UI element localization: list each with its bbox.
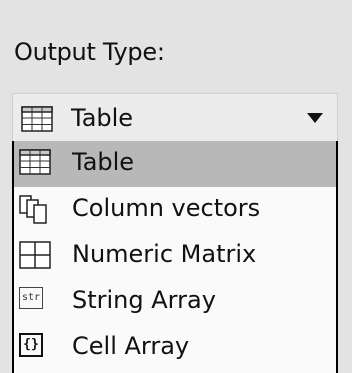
option-label: String Array	[72, 286, 216, 314]
option-label: Numeric Matrix	[72, 240, 257, 268]
option-numeric-matrix[interactable]: Numeric Matrix	[14, 233, 336, 279]
output-type-label: Output Type:	[14, 38, 165, 66]
option-label: Column vectors	[72, 194, 261, 222]
option-cell-array[interactable]: {} Cell Array	[14, 325, 336, 371]
cell-array-icon: {}	[19, 333, 43, 357]
output-type-options-list: Table Column vectors Numeric Matrix str …	[12, 141, 338, 373]
string-array-icon: str	[19, 287, 43, 309]
numeric-matrix-icon	[19, 241, 51, 275]
table-icon	[21, 106, 53, 136]
output-type-dropdown[interactable]: Table	[12, 93, 338, 143]
option-label: Table	[72, 148, 135, 176]
option-column-vectors[interactable]: Column vectors	[14, 187, 336, 233]
table-icon	[19, 149, 51, 181]
option-string-array[interactable]: str String Array	[14, 279, 336, 325]
option-table[interactable]: Table	[14, 141, 336, 187]
dropdown-selected-value: Table	[71, 104, 134, 132]
column-vectors-icon	[19, 195, 51, 231]
option-label: Cell Array	[72, 332, 190, 360]
chevron-down-icon[interactable]	[307, 113, 323, 123]
